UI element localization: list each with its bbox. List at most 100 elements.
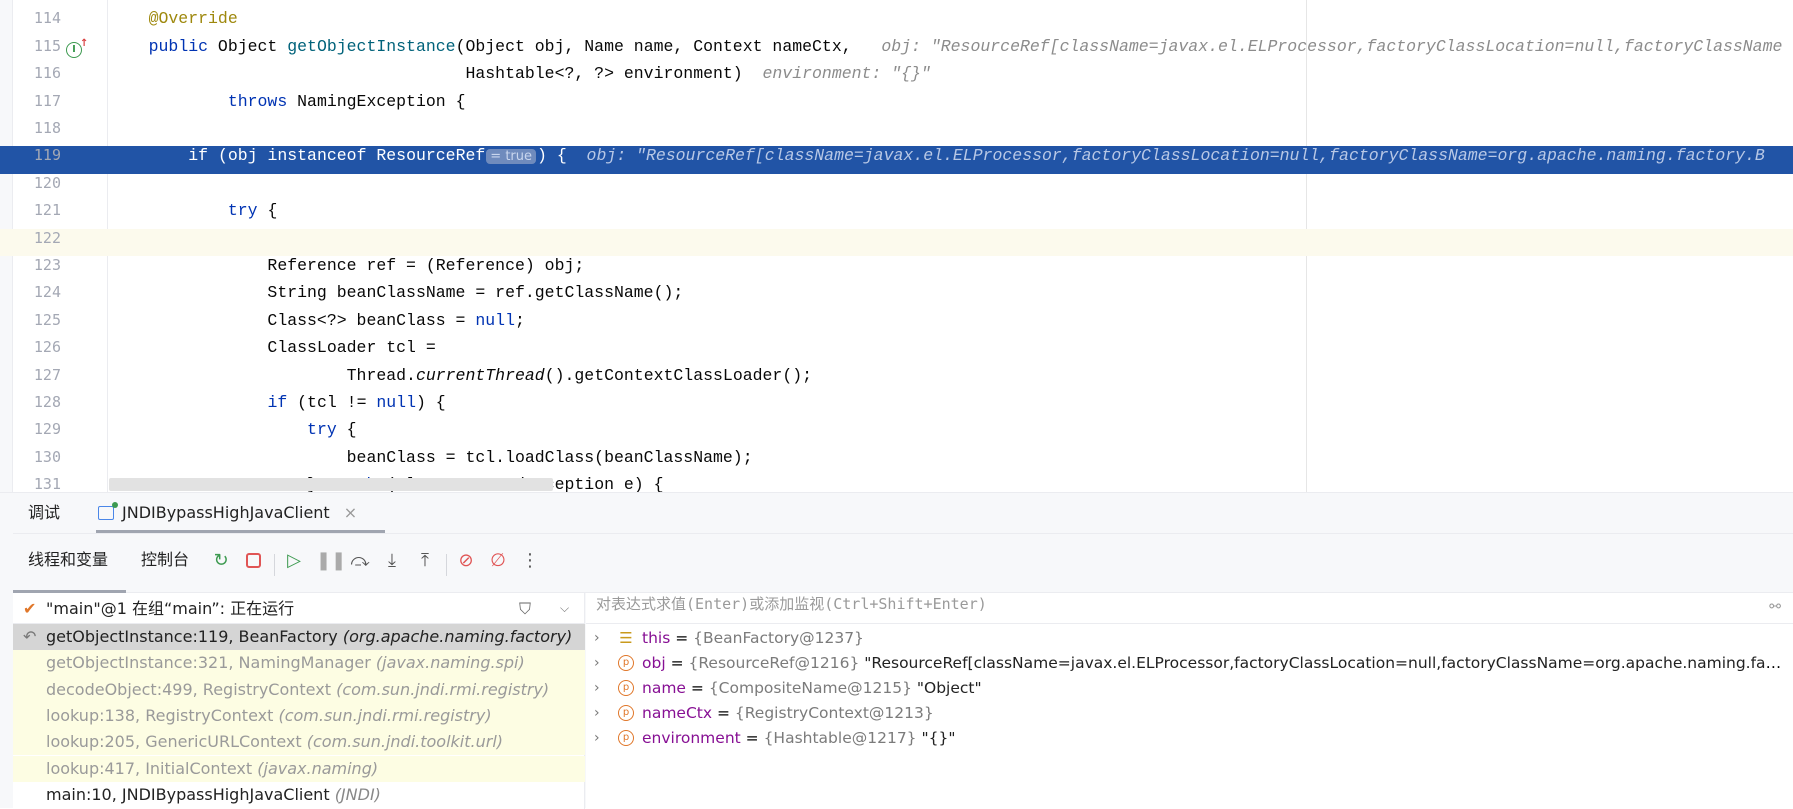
line-number[interactable]: 127 [13,366,61,384]
variable-type: {BeanFactory@1237} [693,629,864,647]
code-line[interactable]: 122 [0,228,1793,256]
code-line[interactable]: 117 throws NamingException { [0,92,1793,119]
variable-row[interactable]: › p nameCtx = {RegistryContext@1213} [586,701,1793,726]
line-number[interactable]: 131 [13,475,61,492]
view-breakpoints-icon[interactable]: ⊘ [455,550,477,572]
pause-icon[interactable]: ❚❚ [316,550,346,572]
debug-tabs: 调试 JNDIBypassHighJavaClient × [13,493,1793,533]
code-line[interactable]: 121 try { [0,201,1793,228]
code-text: try { [109,201,278,221]
variable-name: this [642,629,671,647]
frames-pane: ✔ "main"@1 在组“main”: 正在运行 ⛉ ⌵ ↶ getObject… [13,593,585,809]
stack-frame[interactable]: main:10, JNDIBypassHighJavaClient (JNDI) [13,782,585,808]
chevron-right-icon[interactable]: › [594,701,600,726]
line-number[interactable]: 117 [13,92,61,110]
step-into-icon[interactable]: ⤓ [381,550,403,572]
variable-text: name = {CompositeName@1215} "Object" [642,679,982,697]
step-out-icon[interactable]: ⤒ [414,550,436,572]
line-number[interactable]: 121 [13,201,61,219]
code-line[interactable]: 118 [0,119,1793,146]
tab-console[interactable]: 控制台 [141,534,189,593]
line-number[interactable]: 120 [13,174,61,192]
execution-line[interactable]: 119 if (obj instanceof ResourceRef = true… [0,146,1793,174]
variable-type: {CompositeName@1215} [708,679,912,697]
frame-method: lookup:138, RegistryContext [46,705,274,725]
variable-value: "Object" [916,679,982,697]
stack-frame[interactable]: lookup:205, GenericURLContext (com.sun.j… [13,729,585,756]
variable-row[interactable]: › p obj = {ResourceRef@1216} "ResourceRef[… [586,651,1793,676]
chevron-right-icon[interactable]: › [594,726,600,751]
horizontal-scrollbar[interactable] [109,478,553,491]
code-line[interactable]: 115 I public Object getObjectInstance(Obj… [0,37,1793,64]
variable-row[interactable]: › p name = {CompositeName@1215} "Object" [586,676,1793,701]
code-token: NamingException { [297,91,466,111]
line-number[interactable]: 114 [13,9,61,27]
line-number[interactable]: 116 [13,64,61,82]
code-text: Class<?> beanClass = null; [109,311,524,330]
code-line[interactable]: 127 Thread.currentThread().getContextCla… [0,366,1793,393]
code-editor[interactable]: 113 }114 @Override115I public Object get… [0,0,1793,492]
chevron-right-icon[interactable]: › [594,626,600,651]
chevron-right-icon[interactable]: › [594,676,600,701]
line-number[interactable]: 129 [13,420,61,438]
code-line[interactable]: 123 Reference ref = (Reference) obj; [0,256,1793,283]
mute-breakpoints-icon[interactable]: ∅ [487,550,509,572]
stack-frame[interactable]: decodeObject:499, RegistryContext (com.s… [13,676,585,703]
code-token: try [227,201,268,221]
inline-value-hint: obj: "ResourceRef[className=javax.el.ELP… [566,146,1765,166]
code-text: ClassLoader tcl = [109,338,436,358]
add-watch-icon[interactable]: ⚯ [1769,599,1781,615]
code-token: ) { [415,393,446,412]
tab-threads-variables[interactable]: 线程和变量 [28,534,108,593]
line-number[interactable]: 124 [13,283,61,301]
thread-selector[interactable]: ✔ "main"@1 在组“main”: 正在运行 ⛉ ⌵ [13,593,585,624]
code-line[interactable]: 128 if (tcl != null) { [0,393,1793,420]
stack-frame[interactable]: lookup:417, InitialContext (javax.naming… [13,755,585,782]
variable-row[interactable]: › p environment = {Hashtable@1217} "{}" [586,726,1793,751]
code-line[interactable]: 113 } [0,0,1793,9]
variable-row[interactable]: › ☰ this = {BeanFactory@1237} [586,626,1793,651]
variable-value: "ResourceRef[className=javax.el.ELProces… [864,654,1783,672]
code-token: ClassLoader tcl = [109,338,436,358]
line-number[interactable]: 118 [13,119,61,137]
code-token: throws [227,91,298,111]
line-number[interactable]: 115 [13,37,61,55]
line-number[interactable]: 119 [13,146,61,164]
implements-method-icon[interactable]: I [66,37,88,58]
line-number[interactable]: 123 [13,256,61,274]
tab-session[interactable]: JNDIBypassHighJavaClient × [98,493,357,533]
frame-package: (org.apache.naming.factory) [342,627,573,646]
filter-icon[interactable]: ⛉ [519,593,531,624]
line-number[interactable]: 128 [13,393,61,411]
line-number[interactable]: 122 [13,229,61,247]
code-line[interactable]: 129 try { [0,420,1793,447]
stop-button[interactable] [242,550,264,572]
stack-frame[interactable]: ↶ getObjectInstance:119, BeanFactory (org… [13,624,585,651]
line-number[interactable]: 126 [13,338,61,356]
stack-frame[interactable]: getObjectInstance:321, NamingManager (ja… [13,650,585,677]
more-options-icon[interactable]: ⋮ [519,550,541,572]
code-text: try { [109,420,357,439]
code-line[interactable]: 130 beanClass = tcl.loadClass(beanClassN… [0,448,1793,475]
line-number[interactable]: 130 [13,448,61,466]
chevron-down-icon[interactable]: ⌵ [560,593,569,624]
evaluate-expression-input[interactable]: 对表达式求值(Enter)或添加监视(Ctrl+Shift+Enter) [586,593,1793,624]
stack-frame[interactable]: lookup:138, RegistryContext (com.sun.jnd… [13,702,585,730]
line-number[interactable]: 125 [13,311,61,329]
resume-icon[interactable]: ▷ [283,550,305,572]
code-line[interactable]: 116 Hashtable<?, ?> environment) environ… [0,64,1793,91]
step-over-icon[interactable]: ⤼ [349,550,371,572]
rerun-icon[interactable]: ↻ [210,550,232,572]
code-line[interactable]: 114 @Override [0,9,1793,36]
chevron-right-icon[interactable]: › [594,651,600,676]
code-line[interactable]: 125 Class<?> beanClass = null; [0,311,1793,338]
code-text: Reference ref = (Reference) obj; [109,256,584,275]
code-token: if [188,146,218,166]
code-line[interactable]: 120 [0,174,1793,201]
code-line[interactable]: 124 String beanClassName = ref.getClassN… [0,283,1793,310]
tab-debug[interactable]: 调试 [28,493,60,533]
close-icon[interactable]: × [344,493,357,533]
code-line[interactable]: 126 ClassLoader tcl = [0,338,1793,365]
